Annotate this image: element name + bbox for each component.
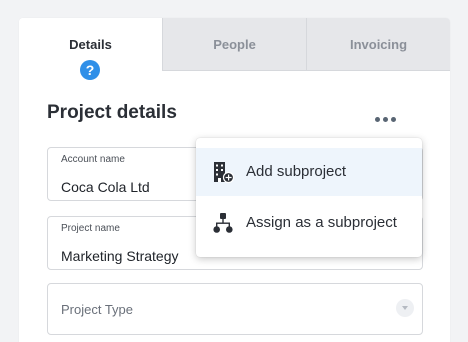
project-name-value: Marketing Strategy	[61, 248, 179, 264]
tab-invoicing-label: Invoicing	[349, 37, 408, 52]
chevron-down-icon[interactable]	[396, 299, 414, 317]
section-title: Project details	[47, 102, 177, 123]
tab-details-label: Details	[69, 37, 112, 52]
account-name-value: Coca Cola Ltd	[61, 179, 150, 195]
tab-people-label: People	[213, 37, 256, 52]
building-plus-icon	[211, 160, 235, 184]
account-name-label: Account name	[61, 154, 125, 165]
project-actions-menu: Add subproject Assign as a subproject	[196, 138, 422, 257]
tab-invoicing[interactable]: Invoicing	[306, 18, 450, 71]
project-type-select[interactable]: Project Type	[47, 283, 423, 335]
tab-details[interactable]: Details ?	[19, 18, 162, 80]
dot-icon	[383, 117, 388, 122]
tab-bar: Details ? People Invoicing	[19, 18, 450, 80]
hierarchy-icon	[211, 211, 235, 235]
menu-item-assign-subproject-label: Assign as a subproject	[246, 214, 397, 231]
tab-people[interactable]: People	[162, 18, 306, 71]
project-name-label: Project name	[61, 223, 120, 234]
help-icon[interactable]: ?	[80, 60, 100, 80]
menu-item-add-subproject[interactable]: Add subproject	[196, 148, 422, 196]
dot-icon	[375, 117, 380, 122]
menu-item-add-subproject-label: Add subproject	[246, 163, 347, 180]
project-type-placeholder: Project Type	[61, 302, 134, 317]
dot-icon	[391, 117, 396, 122]
menu-item-assign-subproject[interactable]: Assign as a subproject	[196, 199, 422, 247]
more-options-button[interactable]	[375, 114, 397, 126]
